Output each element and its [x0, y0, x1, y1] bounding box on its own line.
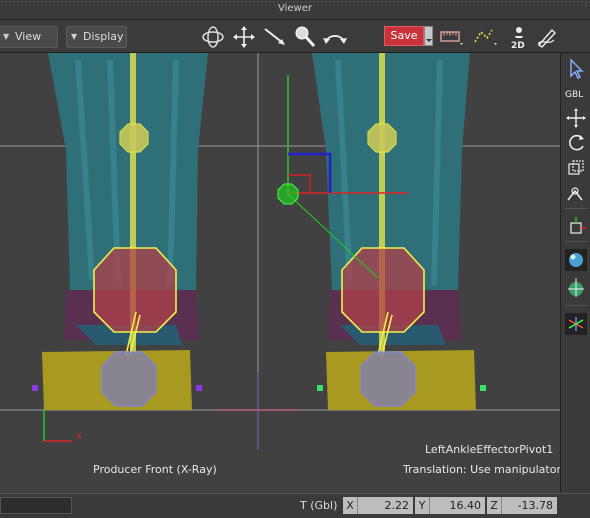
translate-icon[interactable]: [563, 105, 589, 131]
view-menu-button[interactable]: ▼ View: [0, 26, 58, 48]
gbl-label: GBL: [565, 90, 583, 100]
ruler-icon[interactable]: [438, 24, 464, 50]
save-dropdown-button[interactable]: [424, 26, 433, 46]
status-bar: T (Gbl) X 2.22 Y 16.40 Z -13.78: [0, 493, 590, 518]
path-icon[interactable]: [472, 24, 498, 50]
toolbar-divider: [565, 208, 587, 209]
pen-icon[interactable]: [534, 24, 560, 50]
x-value-field[interactable]: 2.22: [357, 497, 413, 514]
left-knee-effector[interactable]: [367, 123, 397, 153]
y-label: Y: [415, 497, 429, 514]
viewer-toolbar: ▼ View ▼ Display Save 2D: [0, 20, 590, 53]
foot-marker[interactable]: [196, 385, 202, 391]
chevron-down-icon: ▼: [71, 32, 78, 41]
pivot-effector[interactable]: [277, 183, 299, 205]
axis-icon[interactable]: [563, 311, 589, 337]
3d-viewport[interactable]: X Producer Front (X-Ray) LeftAnkleEffect…: [0, 53, 560, 493]
sphere-icon[interactable]: [563, 247, 589, 273]
2d-pan-icon[interactable]: 2D: [506, 24, 532, 50]
rotate-view-icon[interactable]: [322, 24, 348, 50]
viewer-title-bar: Viewer: [0, 0, 590, 20]
save-button[interactable]: Save: [384, 26, 424, 46]
zoom-icon[interactable]: [292, 24, 318, 50]
window-title: Viewer: [278, 3, 312, 14]
manipulator-toolbar: GBL: [560, 53, 590, 493]
select-arrow-icon[interactable]: [563, 56, 589, 82]
scale-icon[interactable]: [563, 156, 589, 182]
foot-marker[interactable]: [480, 385, 486, 391]
axis-x-label: X: [76, 432, 82, 442]
z-label: Z: [487, 497, 501, 514]
right-foot-effector[interactable]: [101, 351, 157, 407]
sphere-move-icon[interactable]: [563, 275, 589, 301]
chevron-down-icon: ▼: [3, 32, 10, 41]
scene-canvas[interactable]: X: [0, 53, 560, 493]
y-value-field[interactable]: 16.40: [429, 497, 485, 514]
global-icon[interactable]: GBL: [563, 81, 589, 107]
toolbar-divider: [565, 305, 587, 306]
display-menu-label: Display: [83, 30, 124, 43]
selected-object-label: LeftAnkleEffectorPivot1: [425, 443, 554, 456]
foot-marker[interactable]: [317, 385, 323, 391]
pivot-icon[interactable]: [563, 213, 589, 239]
rotate-icon[interactable]: [563, 130, 589, 156]
view-menu-label: View: [15, 30, 42, 43]
z-value-field[interactable]: -13.78: [501, 497, 557, 514]
display-menu-button[interactable]: ▼ Display: [66, 26, 127, 48]
foot-marker[interactable]: [32, 385, 38, 391]
camera-label: Producer Front (X-Ray): [93, 463, 217, 476]
right-knee-effector[interactable]: [119, 123, 149, 153]
transform-icon[interactable]: [563, 182, 589, 208]
left-ankle-effector[interactable]: [341, 247, 425, 333]
x-label: X: [343, 497, 357, 514]
toolbar-divider: [565, 241, 587, 242]
orbit-icon[interactable]: [200, 24, 226, 50]
move-icon[interactable]: [231, 24, 257, 50]
transform-mode-label: T (Gbl): [300, 499, 338, 512]
pan-icon[interactable]: [262, 24, 288, 50]
left-foot-effector[interactable]: [360, 351, 416, 407]
mode-2d-label: 2D: [511, 41, 525, 50]
manipulator-hint-label: Translation: Use manipulator: [403, 463, 560, 476]
command-field[interactable]: [0, 497, 72, 514]
